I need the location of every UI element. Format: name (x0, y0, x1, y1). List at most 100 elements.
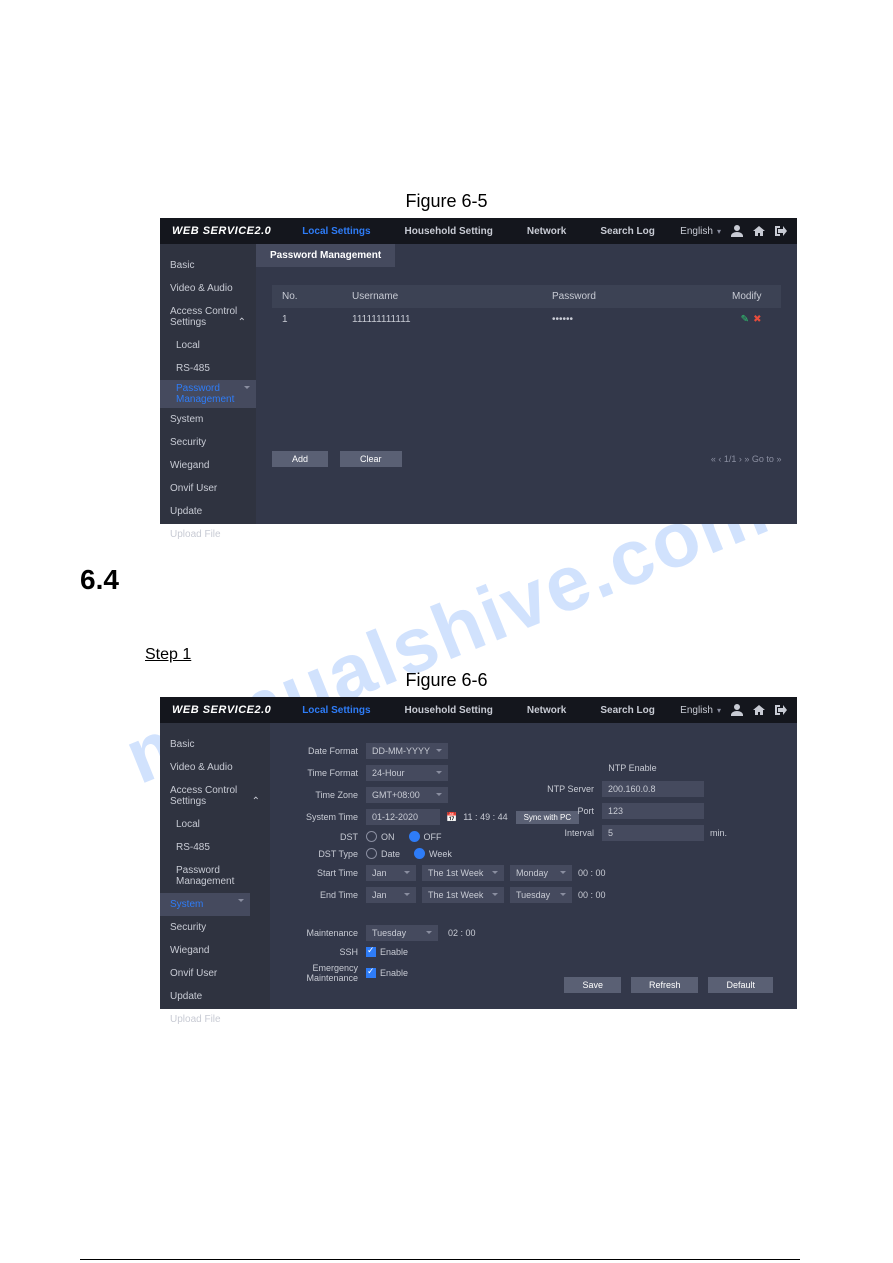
interval-unit: min. (710, 828, 727, 838)
delete-icon[interactable]: ✖ (753, 314, 761, 325)
col-password: Password (552, 291, 732, 302)
nav-household-setting[interactable]: Household Setting (405, 226, 493, 237)
refresh-button[interactable]: Refresh (631, 977, 699, 993)
cell-username: 111111111111 (352, 314, 552, 325)
nav-network[interactable]: Network (527, 226, 566, 237)
sidebar-system[interactable]: System (160, 408, 256, 431)
sidebar-onvif-user[interactable]: Onvif User (160, 477, 256, 500)
port-input[interactable] (602, 803, 704, 819)
date-format-select[interactable]: DD-MM-YYYY (366, 743, 448, 759)
col-username: Username (352, 291, 552, 302)
label-maintenance: Maintenance (288, 928, 366, 938)
dst-off-radio[interactable]: OFF (409, 831, 442, 842)
label-dst-type: DST Type (288, 849, 366, 859)
label-ntp-server: NTP Server (538, 784, 602, 794)
nav-local-settings[interactable]: Local Settings (302, 705, 370, 716)
interval-input[interactable] (602, 825, 704, 841)
start-time-value[interactable]: 00 : 00 (578, 868, 606, 878)
maintenance-day-select[interactable]: Tuesday (366, 925, 438, 941)
start-week-select[interactable]: The 1st Week (422, 865, 504, 881)
col-modify: Modify (732, 291, 771, 302)
sidebar-basic[interactable]: Basic (160, 733, 270, 756)
clear-button[interactable]: Clear (340, 451, 402, 467)
label-system-time: System Time (288, 812, 366, 822)
sidebar-update[interactable]: Update (160, 985, 270, 1008)
calendar-icon[interactable]: 📅 (446, 812, 457, 823)
brand-logo: WEB SERVICE2.0 (172, 225, 271, 237)
table-row: 1 111111111111 •••••• ✎ ✖ (272, 308, 781, 331)
dst-on-radio[interactable]: ON (366, 831, 395, 842)
emergency-enable-checkbox[interactable] (366, 968, 376, 978)
pager[interactable]: « ‹ 1/1 › » Go to » (711, 454, 782, 464)
figure-6-6-caption: Figure 6-6 (0, 670, 893, 691)
nav-network[interactable]: Network (527, 705, 566, 716)
sidebar-access-control[interactable]: Access Control Settings ⌃ (160, 779, 270, 813)
ntp-server-input[interactable] (602, 781, 704, 797)
table-header-row: No. Username Password Modify (272, 285, 781, 308)
end-day-select[interactable]: Tuesday (510, 887, 572, 903)
ssh-enable-checkbox[interactable] (366, 947, 376, 957)
user-icon[interactable] (731, 704, 743, 716)
edit-icon[interactable]: ✎ (741, 314, 749, 325)
default-button[interactable]: Default (708, 977, 773, 993)
logout-icon[interactable] (775, 225, 787, 237)
start-month-select[interactable]: Jan (366, 865, 416, 881)
sidebar-wiegand[interactable]: Wiegand (160, 454, 256, 477)
system-date-input[interactable] (366, 809, 440, 825)
footer-rule (80, 1259, 800, 1260)
ntp-enable-heading: NTP Enable (538, 763, 727, 773)
sidebar-rs485[interactable]: RS-485 (160, 357, 256, 380)
section-6-4-heading: 6.4 (80, 564, 893, 596)
sidebar-onvif-user[interactable]: Onvif User (160, 962, 270, 985)
logout-icon[interactable] (775, 704, 787, 716)
label-start-time: Start Time (288, 868, 366, 878)
add-button[interactable]: Add (272, 451, 328, 467)
nav-search-log[interactable]: Search Log (600, 226, 654, 237)
home-icon[interactable] (753, 704, 765, 716)
tab-password-management[interactable]: Password Management (256, 244, 395, 267)
sidebar-update[interactable]: Update (160, 500, 256, 523)
dst-type-week-radio[interactable]: Week (414, 848, 452, 859)
sidebar-wiegand[interactable]: Wiegand (160, 939, 270, 962)
cell-no: 1 (282, 314, 352, 325)
time-format-select[interactable]: 24-Hour (366, 765, 448, 781)
nav-local-settings[interactable]: Local Settings (302, 226, 370, 237)
end-month-select[interactable]: Jan (366, 887, 416, 903)
step-1-label: Step 1 (145, 646, 893, 664)
dst-type-date-radio[interactable]: Date (366, 848, 400, 859)
figure-6-5-caption: Figure 6-5 (0, 191, 893, 212)
end-week-select[interactable]: The 1st Week (422, 887, 504, 903)
nav-search-log[interactable]: Search Log (600, 705, 654, 716)
emergency-enable-label: Enable (380, 968, 408, 978)
sidebar-video-audio[interactable]: Video & Audio (160, 277, 256, 300)
home-icon[interactable] (753, 225, 765, 237)
save-button[interactable]: Save (564, 977, 621, 993)
sidebar-local[interactable]: Local (160, 334, 256, 357)
sidebar-video-audio[interactable]: Video & Audio (160, 756, 270, 779)
start-day-select[interactable]: Monday (510, 865, 572, 881)
maintenance-time-value[interactable]: 02 : 00 (448, 928, 476, 938)
user-icon[interactable] (731, 225, 743, 237)
sidebar-rs485[interactable]: RS-485 (160, 836, 270, 859)
sidebar: Basic Video & Audio Access Control Setti… (160, 244, 256, 524)
sidebar-upload-file[interactable]: Upload File (160, 523, 256, 546)
label-interval: Interval (538, 828, 602, 838)
sidebar-access-control[interactable]: Access Control Settings ⌃ (160, 300, 256, 334)
nav-household-setting[interactable]: Household Setting (405, 705, 493, 716)
sidebar-basic[interactable]: Basic (160, 254, 256, 277)
end-time-value[interactable]: 00 : 00 (578, 890, 606, 900)
language-dropdown[interactable]: English▾ (680, 226, 721, 237)
sidebar-local[interactable]: Local (160, 813, 270, 836)
label-time-format: Time Format (288, 768, 366, 778)
system-time-value[interactable]: 11 : 49 : 44 (463, 812, 507, 822)
sidebar-password-management[interactable]: Password Management (160, 380, 256, 408)
sidebar-security[interactable]: Security (160, 916, 270, 939)
cell-password: •••••• (552, 314, 732, 325)
time-zone-select[interactable]: GMT+08:00 (366, 787, 448, 803)
sidebar-system[interactable]: System (160, 893, 250, 916)
sidebar-upload-file[interactable]: Upload File (160, 1008, 270, 1031)
sidebar-password-management[interactable]: Password Management (160, 859, 270, 893)
sidebar-security[interactable]: Security (160, 431, 256, 454)
sidebar: Basic Video & Audio Access Control Setti… (160, 723, 270, 1009)
language-dropdown[interactable]: English▾ (680, 705, 721, 716)
